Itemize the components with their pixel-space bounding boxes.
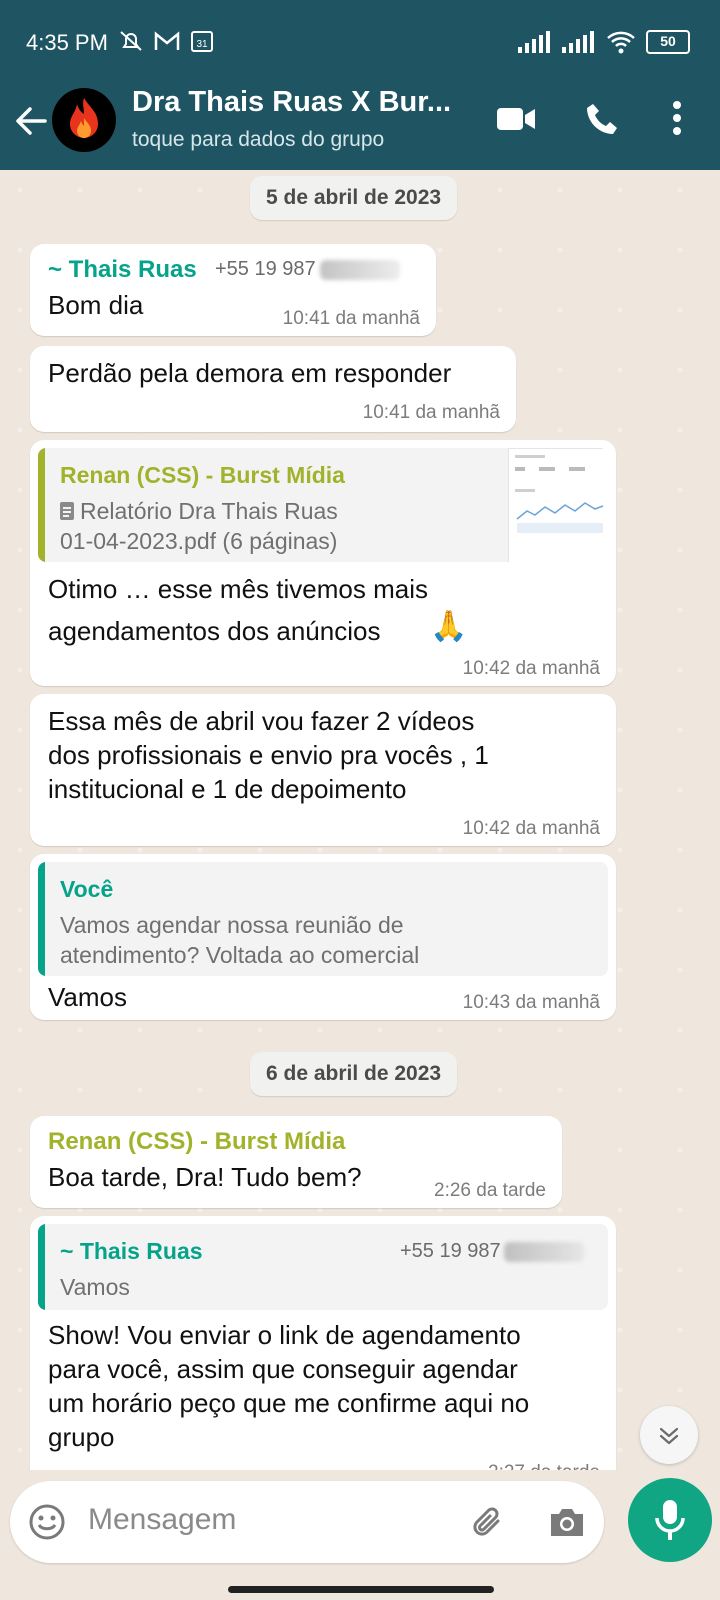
pray-emoji: 🙏 bbox=[430, 610, 468, 643]
chat-area[interactable]: 5 de abril de 2023 ~ Thais Ruas +55 19 9… bbox=[0, 170, 720, 1470]
home-indicator[interactable] bbox=[228, 1586, 494, 1593]
more-options-icon[interactable] bbox=[672, 100, 682, 136]
chat-title: Dra Thais Ruas X Bur... bbox=[132, 86, 452, 118]
chat-subtitle: toque para dados do grupo bbox=[132, 128, 385, 151]
flame-logo-icon bbox=[70, 98, 98, 138]
silent-bell-icon bbox=[120, 31, 142, 51]
message-text: institucional e 1 de depoimento bbox=[48, 774, 407, 804]
quote-document-name: Relatório Dra Thais Ruas bbox=[80, 498, 338, 524]
message-bubble[interactable]: ~ Thais Ruas +55 19 987 Vamos Show! Vou … bbox=[30, 1216, 616, 1470]
quote-bar bbox=[38, 862, 45, 976]
quoted-message[interactable]: ~ Thais Ruas +55 19 987 Vamos bbox=[38, 1224, 608, 1310]
message-composer[interactable]: Mensagem bbox=[10, 1481, 604, 1563]
message-text: Boa tarde, Dra! Tudo bem? bbox=[48, 1162, 362, 1192]
message-bubble[interactable]: Você Vamos agendar nossa reunião de aten… bbox=[30, 854, 616, 1020]
document-icon bbox=[60, 502, 74, 520]
battery-icon: 50 bbox=[646, 30, 690, 54]
quoted-message[interactable]: Você Vamos agendar nossa reunião de aten… bbox=[38, 862, 608, 976]
date-chip: 6 de abril de 2023 bbox=[250, 1052, 458, 1096]
message-bubble[interactable]: Renan (CSS) - Burst Mídia Relatório Dra … bbox=[30, 440, 616, 686]
video-call-icon[interactable] bbox=[496, 104, 536, 134]
group-avatar[interactable] bbox=[52, 88, 116, 152]
quote-text: atendimento? Voltada ao comercial bbox=[60, 942, 420, 968]
gmail-icon bbox=[154, 31, 180, 50]
battery-level: 50 bbox=[660, 33, 676, 49]
back-arrow-icon[interactable] bbox=[14, 104, 48, 138]
scroll-down-button[interactable] bbox=[640, 1406, 698, 1464]
redacted-number bbox=[320, 260, 400, 280]
date-chip: 5 de abril de 2023 bbox=[250, 176, 458, 220]
attach-icon[interactable] bbox=[470, 1503, 508, 1541]
quote-text: Vamos agendar nossa reunião de bbox=[60, 912, 404, 938]
message-text: agendamentos dos anúncios bbox=[48, 616, 381, 646]
quote-text: Vamos bbox=[60, 1274, 130, 1300]
message-text: Vamos bbox=[48, 982, 127, 1012]
status-system-icons: 50 bbox=[518, 30, 690, 54]
message-text: dos profissionais e envio pra vocês , 1 bbox=[48, 740, 489, 770]
emoji-icon[interactable] bbox=[28, 1503, 66, 1541]
document-thumbnail bbox=[508, 448, 608, 562]
message-time: 10:41 da manhã bbox=[362, 402, 500, 423]
message-time: 10:43 da manhã bbox=[462, 992, 600, 1013]
chat-header[interactable]: Dra Thais Ruas X Bur... toque para dados… bbox=[0, 84, 720, 170]
message-bubble[interactable]: ~ Thais Ruas +55 19 987 Bom dia 10:41 da… bbox=[30, 244, 436, 336]
message-bubble[interactable]: Perdão pela demora em responder 10:41 da… bbox=[30, 346, 516, 432]
voice-message-button[interactable] bbox=[628, 1478, 712, 1562]
status-notification-icons: 31 bbox=[118, 29, 214, 53]
scroll-down-icon bbox=[659, 1427, 679, 1445]
message-input[interactable]: Mensagem bbox=[88, 1503, 236, 1537]
quote-sender: Você bbox=[60, 876, 114, 902]
quote-sender: ~ Thais Ruas bbox=[60, 1238, 203, 1264]
signal-icon bbox=[518, 31, 550, 53]
system-nav-bar bbox=[0, 1570, 720, 1600]
message-time: 2:27 da tarde bbox=[488, 1462, 600, 1470]
message-bubble[interactable]: Renan (CSS) - Burst Mídia Boa tarde, Dra… bbox=[30, 1116, 562, 1208]
svg-text:31: 31 bbox=[196, 39, 208, 50]
message-text: Perdão pela demora em responder bbox=[48, 358, 452, 388]
message-time: 2:26 da tarde bbox=[434, 1180, 546, 1201]
sender-phone: +55 19 987 bbox=[215, 258, 316, 280]
quote-phone: +55 19 987 bbox=[400, 1240, 501, 1262]
quote-sender: Renan (CSS) - Burst Mídia bbox=[60, 462, 345, 488]
message-time: 10:42 da manhã bbox=[462, 818, 600, 839]
status-bar: 4:35 PM 31 50 bbox=[0, 0, 720, 84]
voice-call-icon[interactable] bbox=[585, 102, 619, 136]
message-text: Show! Vou enviar o link de agendamento bbox=[48, 1320, 521, 1350]
message-sender: ~ Thais Ruas bbox=[48, 256, 197, 283]
message-text: um horário peço que me confirme aqui no bbox=[48, 1388, 530, 1418]
status-time: 4:35 PM bbox=[26, 30, 108, 55]
message-text: Otimo … esse mês tivemos mais bbox=[48, 574, 428, 604]
message-text: Bom dia bbox=[48, 290, 144, 320]
message-sender: Renan (CSS) - Burst Mídia bbox=[48, 1128, 346, 1155]
signal-icon bbox=[562, 31, 594, 53]
redacted-number bbox=[504, 1242, 584, 1262]
message-text: grupo bbox=[48, 1422, 115, 1452]
calendar-icon: 31 bbox=[191, 31, 213, 52]
message-text: para você, assim que conseguir agendar bbox=[48, 1354, 518, 1384]
quote-document-pages: 01-04-2023.pdf (6 páginas) bbox=[60, 528, 338, 554]
message-bubble[interactable]: Essa mês de abril vou fazer 2 vídeos dos… bbox=[30, 694, 616, 846]
message-time: 10:41 da manhã bbox=[282, 308, 420, 329]
camera-icon[interactable] bbox=[548, 1505, 586, 1539]
mic-icon bbox=[655, 1500, 685, 1540]
message-time: 10:42 da manhã bbox=[462, 658, 600, 679]
quoted-document[interactable]: Renan (CSS) - Burst Mídia Relatório Dra … bbox=[38, 448, 608, 562]
quote-bar bbox=[38, 1224, 45, 1310]
quote-bar bbox=[38, 448, 45, 562]
wifi-icon bbox=[607, 31, 635, 54]
message-text: Essa mês de abril vou fazer 2 vídeos bbox=[48, 706, 475, 736]
